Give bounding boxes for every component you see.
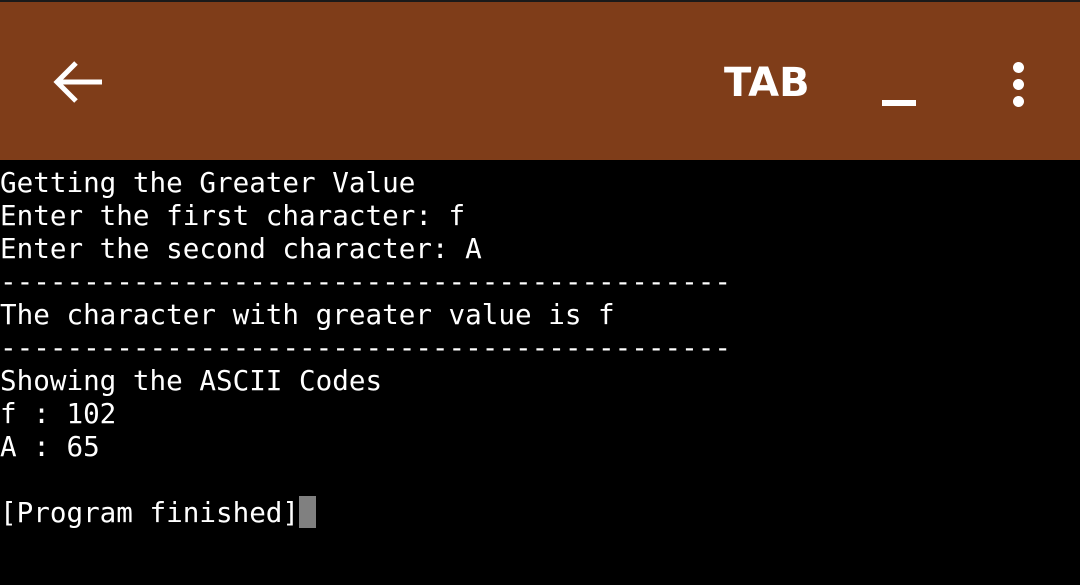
- terminal-prompt-line: [Program finished]: [0, 496, 1080, 529]
- terminal-line: The character with greater value is f: [0, 298, 615, 331]
- terminal-line: Getting the Greater Value: [0, 166, 416, 199]
- overflow-menu-button[interactable]: [992, 52, 1044, 116]
- top-toolbar: TAB: [0, 0, 1080, 160]
- more-vertical-icon: [1012, 61, 1024, 73]
- underscore-glyph: [882, 100, 916, 106]
- terminal-line: Enter the second character: A: [0, 232, 482, 265]
- terminal-line: Showing the ASCII Codes: [0, 364, 383, 397]
- separator-line: ----------------------------------------…: [0, 265, 731, 298]
- terminal-line: f : 102: [0, 397, 117, 430]
- text-cursor: [299, 496, 317, 528]
- terminal-output[interactable]: Getting the Greater Value Enter the firs…: [0, 160, 1080, 585]
- terminal-app: TAB Getting the Greater Value Enter the …: [0, 0, 1080, 585]
- more-vertical-icon-dot: [1012, 78, 1024, 90]
- back-button[interactable]: [40, 44, 116, 120]
- arrow-left-icon: [53, 61, 102, 103]
- more-vertical-icon-dot: [1012, 95, 1024, 107]
- terminal-line: Enter the first character: f: [0, 199, 466, 232]
- separator-line: ----------------------------------------…: [0, 331, 731, 364]
- underscore-key-button[interactable]: [866, 52, 932, 116]
- terminal-line: A : 65: [0, 430, 100, 463]
- program-finished-text: [Program finished]: [0, 496, 300, 529]
- tab-key-button[interactable]: TAB: [712, 52, 822, 114]
